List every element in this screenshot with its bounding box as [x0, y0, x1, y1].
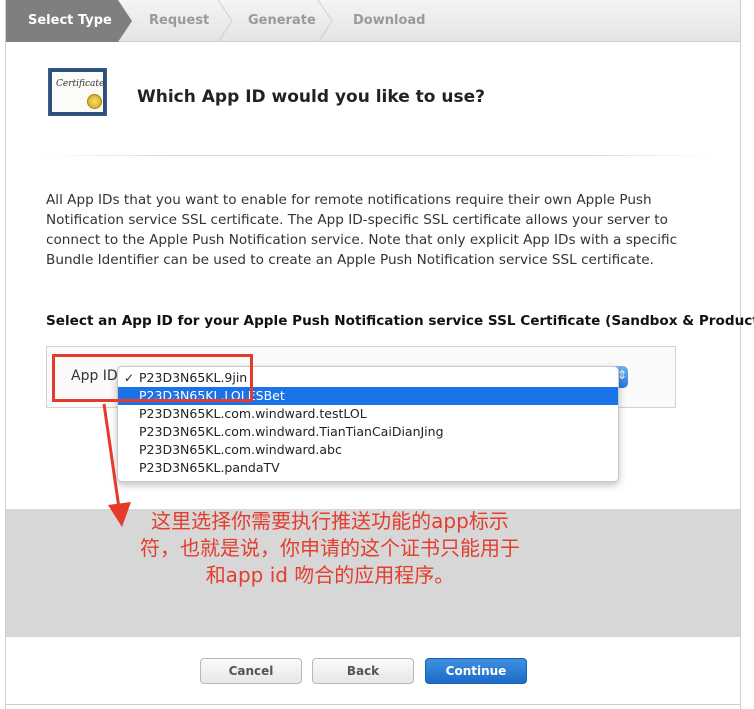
continue-button[interactable]: Continue — [425, 658, 527, 684]
annotation-arrow-icon — [102, 403, 131, 527]
page: Select Type Request Generate Download Ce… — [0, 0, 754, 709]
back-button[interactable]: Back — [312, 658, 414, 684]
cancel-button[interactable]: Cancel — [200, 658, 302, 684]
